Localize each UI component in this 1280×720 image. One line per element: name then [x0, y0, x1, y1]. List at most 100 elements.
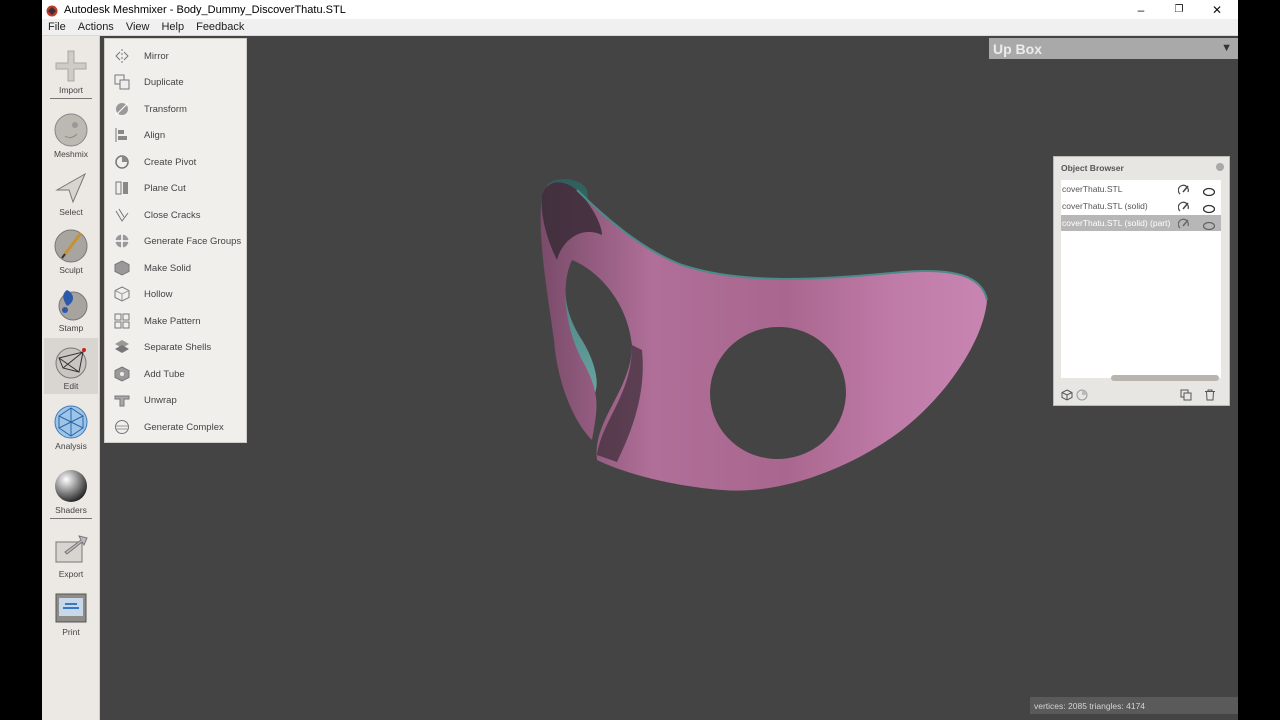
menu-view[interactable]: View [120, 21, 156, 33]
object-row-selected[interactable]: coverThatu.STL (solid) (part) [1061, 215, 1221, 231]
hollow-icon [114, 286, 130, 302]
plane-cut-icon [114, 180, 130, 196]
duplicate-object-icon[interactable] [1180, 388, 1192, 401]
tool-print[interactable]: Print [44, 584, 98, 640]
tool-stamp-label: Stamp [58, 323, 84, 333]
up-box-panel[interactable]: Up Box ▼ [989, 38, 1238, 59]
visibility-eye-icon[interactable] [1202, 201, 1216, 214]
tool-edit[interactable]: Edit [44, 338, 98, 394]
trash-icon[interactable] [1204, 388, 1216, 401]
minimize-button[interactable]: – [1122, 0, 1160, 19]
edit-add-tube-label: Add Tube [144, 368, 185, 380]
edit-mirror-label: Mirror [144, 50, 169, 62]
pivot-icon [114, 154, 130, 170]
unwrap-icon [114, 392, 130, 408]
tool-import[interactable]: Import [44, 42, 98, 98]
edit-transform[interactable]: Transform [105, 96, 248, 122]
edit-transform-label: Transform [144, 103, 187, 115]
edit-duplicate-label: Duplicate [144, 76, 184, 88]
object-name: coverThatu.STL (solid) (part) [1062, 218, 1171, 228]
edit-hollow-label: Hollow [144, 288, 173, 300]
tool-meshmix[interactable]: Meshmix [44, 106, 98, 162]
face-groups-icon [114, 233, 130, 249]
edit-make-pattern[interactable]: Make Pattern [105, 308, 248, 334]
object-row[interactable]: coverThatu.STL (solid) [1061, 198, 1221, 214]
object-row[interactable]: coverThatu.STL [1061, 181, 1221, 197]
edit-make-solid-label: Make Solid [144, 262, 191, 274]
meshmixer-window: Autodesk Meshmixer - Body_Dummy_Discover… [42, 0, 1238, 720]
meshmix-icon [53, 112, 89, 148]
menu-help[interactable]: Help [155, 21, 190, 33]
edit-generate-face-groups[interactable]: Generate Face Groups [105, 228, 248, 254]
tool-shaders-label: Shaders [55, 505, 87, 515]
tool-analysis[interactable]: Analysis [44, 398, 98, 454]
toolbar-divider [50, 98, 92, 99]
edit-align-label: Align [144, 129, 166, 141]
edit-generate-complex[interactable]: Generate Complex [105, 414, 248, 440]
menu-bar: File Actions View Help Feedback [42, 19, 1238, 36]
generate-complex-icon [114, 419, 130, 435]
edit-mirror[interactable]: Mirror [105, 43, 248, 69]
edit-object-icon[interactable] [1177, 217, 1190, 229]
title-bar: Autodesk Meshmixer - Body_Dummy_Discover… [42, 0, 1238, 19]
left-toolbar: Import Meshmix Select Sculpt Stamp Edit … [42, 36, 100, 720]
edit-hollow[interactable]: Hollow [105, 281, 248, 307]
menu-actions[interactable]: Actions [72, 21, 120, 33]
edit-object-icon[interactable] [1177, 183, 1190, 195]
maximize-button[interactable]: ❐ [1160, 0, 1198, 19]
edit-close-cracks-label: Close Cracks [144, 209, 201, 221]
select-icon [53, 170, 89, 206]
shaders-icon [53, 468, 89, 504]
tool-select[interactable]: Select [44, 164, 98, 220]
edit-duplicate[interactable]: Duplicate [105, 69, 248, 95]
window-title: Autodesk Meshmixer - Body_Dummy_Discover… [64, 3, 346, 16]
pivot-small-icon[interactable] [1076, 388, 1088, 401]
close-panel-icon[interactable] [1216, 163, 1224, 171]
horizontal-scrollbar[interactable] [1111, 375, 1219, 381]
tool-meshmix-label: Meshmix [53, 149, 88, 159]
tool-export[interactable]: Export [44, 526, 98, 582]
object-browser-title: Object Browser [1061, 163, 1124, 173]
tool-sculpt[interactable]: Sculpt [44, 222, 98, 278]
edit-menu-panel: Mirror Duplicate Transform Align Create … [104, 38, 247, 443]
object-browser-panel: Object Browser coverThatu.STL coverThatu… [1053, 156, 1230, 406]
object-list: coverThatu.STL coverThatu.STL (solid) co… [1061, 180, 1221, 378]
menu-file[interactable]: File [42, 21, 72, 33]
object-name: coverThatu.STL (solid) [1062, 201, 1148, 211]
object-name: coverThatu.STL [1062, 184, 1123, 194]
edit-make-solid[interactable]: Make Solid [105, 255, 248, 281]
edit-unwrap-label: Unwrap [144, 394, 177, 406]
edit-close-cracks[interactable]: Close Cracks [105, 202, 248, 228]
edit-generate-complex-label: Generate Complex [144, 421, 224, 433]
edit-separate-shells[interactable]: Separate Shells [105, 334, 248, 360]
tool-analysis-label: Analysis [55, 441, 87, 451]
edit-align[interactable]: Align [105, 122, 248, 148]
edit-plane-cut[interactable]: Plane Cut [105, 175, 248, 201]
cube-icon[interactable] [1061, 388, 1073, 401]
tool-shaders[interactable]: Shaders [44, 462, 98, 518]
collapse-arrow-icon[interactable]: ▼ [1221, 42, 1232, 54]
tool-edit-label: Edit [63, 381, 79, 391]
toolbar-divider [50, 518, 92, 519]
edit-create-pivot[interactable]: Create Pivot [105, 149, 248, 175]
close-button[interactable]: ✕ [1198, 0, 1236, 19]
edit-make-pattern-label: Make Pattern [144, 315, 201, 327]
edit-unwrap[interactable]: Unwrap [105, 387, 248, 413]
close-cracks-icon [114, 207, 130, 223]
add-tube-icon [114, 366, 130, 382]
mask-model[interactable] [447, 140, 1007, 510]
tool-stamp[interactable]: Stamp [44, 280, 98, 336]
sculpt-icon [53, 228, 89, 264]
tool-select-label: Select [59, 207, 83, 217]
meshmixer-logo-icon [46, 4, 58, 16]
visibility-eye-icon[interactable] [1202, 218, 1216, 231]
duplicate-icon [114, 74, 130, 90]
tool-sculpt-label: Sculpt [59, 265, 83, 275]
separate-shells-icon [114, 339, 130, 355]
visibility-eye-icon[interactable] [1202, 184, 1216, 197]
menu-feedback[interactable]: Feedback [190, 21, 250, 33]
edit-object-icon[interactable] [1177, 200, 1190, 212]
edit-add-tube[interactable]: Add Tube [105, 361, 248, 387]
tool-print-label: Print [62, 627, 80, 637]
tool-import-label: Import [58, 85, 84, 95]
